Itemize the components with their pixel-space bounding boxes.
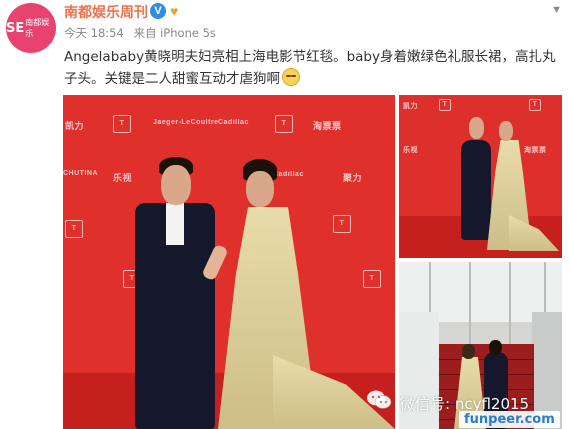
wall-logo: 乐视 xyxy=(113,173,133,183)
wall-logo-box: T xyxy=(65,220,83,238)
man-head xyxy=(469,117,484,139)
wall-logo-box: T xyxy=(333,215,351,233)
woman-head xyxy=(462,344,475,359)
wall-logo: Jaeger-LeCoultre xyxy=(153,119,219,126)
wall-logo: Cadillac xyxy=(218,119,249,126)
wall-logo-box: T xyxy=(275,115,293,133)
wall-logo: 凯力 xyxy=(65,121,85,131)
wall-logo: 淘票票 xyxy=(313,121,342,131)
post-source[interactable]: 来自 iPhone 5s xyxy=(133,26,215,40)
post-body: Angelababy黄晓明夫妇亮相上海电影节红毯。baby身着嫩绿色礼服长裙，高… xyxy=(64,49,556,87)
post-time[interactable]: 今天 18:54 xyxy=(64,26,124,40)
wall-logo-box: T xyxy=(529,99,541,111)
man-head xyxy=(489,340,502,355)
avatar-logo-subtext: 南都娱乐 xyxy=(25,18,50,38)
man-figure xyxy=(461,140,491,240)
smile-emoji-icon xyxy=(282,68,300,86)
woman-head xyxy=(499,121,513,141)
post-meta: 今天 18:54 来自 iPhone 5s xyxy=(64,25,216,41)
site-watermark: funpeer.com xyxy=(459,411,560,428)
verified-badge-icon[interactable]: V xyxy=(150,3,166,19)
chevron-down-icon[interactable]: ▼ xyxy=(551,4,562,16)
author-name[interactable]: 南都娱乐周刊 xyxy=(64,2,148,22)
post-text: Angelababy黄晓明夫妇亮相上海电影节红毯。baby身着嫩绿色礼服长裙，高… xyxy=(64,47,564,90)
avatar-logo-text: SE xyxy=(6,20,25,36)
wall-logo-box: T xyxy=(439,99,451,111)
man-head xyxy=(161,165,191,205)
wall-logo: 凯力 xyxy=(403,103,418,110)
wall-logo: CHUTINA xyxy=(63,170,98,177)
wall-logo: 乐视 xyxy=(403,147,418,154)
wall-logo: Cadillac xyxy=(273,171,304,178)
man-shirt xyxy=(166,203,184,245)
photo-top-right[interactable]: 凯力 T T 乐视 淘票票 xyxy=(399,95,562,258)
photo-main[interactable]: 凯力 T Jaeger-LeCoultre Cadillac T 淘票票 CHU… xyxy=(63,95,395,429)
woman-head xyxy=(246,171,274,207)
wall-logo: 淘票票 xyxy=(524,147,547,154)
wall-logo-box: T xyxy=(113,115,131,133)
wall-logo: 聚力 xyxy=(343,173,363,183)
avatar[interactable]: SE 南都娱乐 xyxy=(6,3,56,53)
fan-badge-icon[interactable]: ♥ xyxy=(170,2,190,20)
wall-logo-box: T xyxy=(363,270,381,288)
